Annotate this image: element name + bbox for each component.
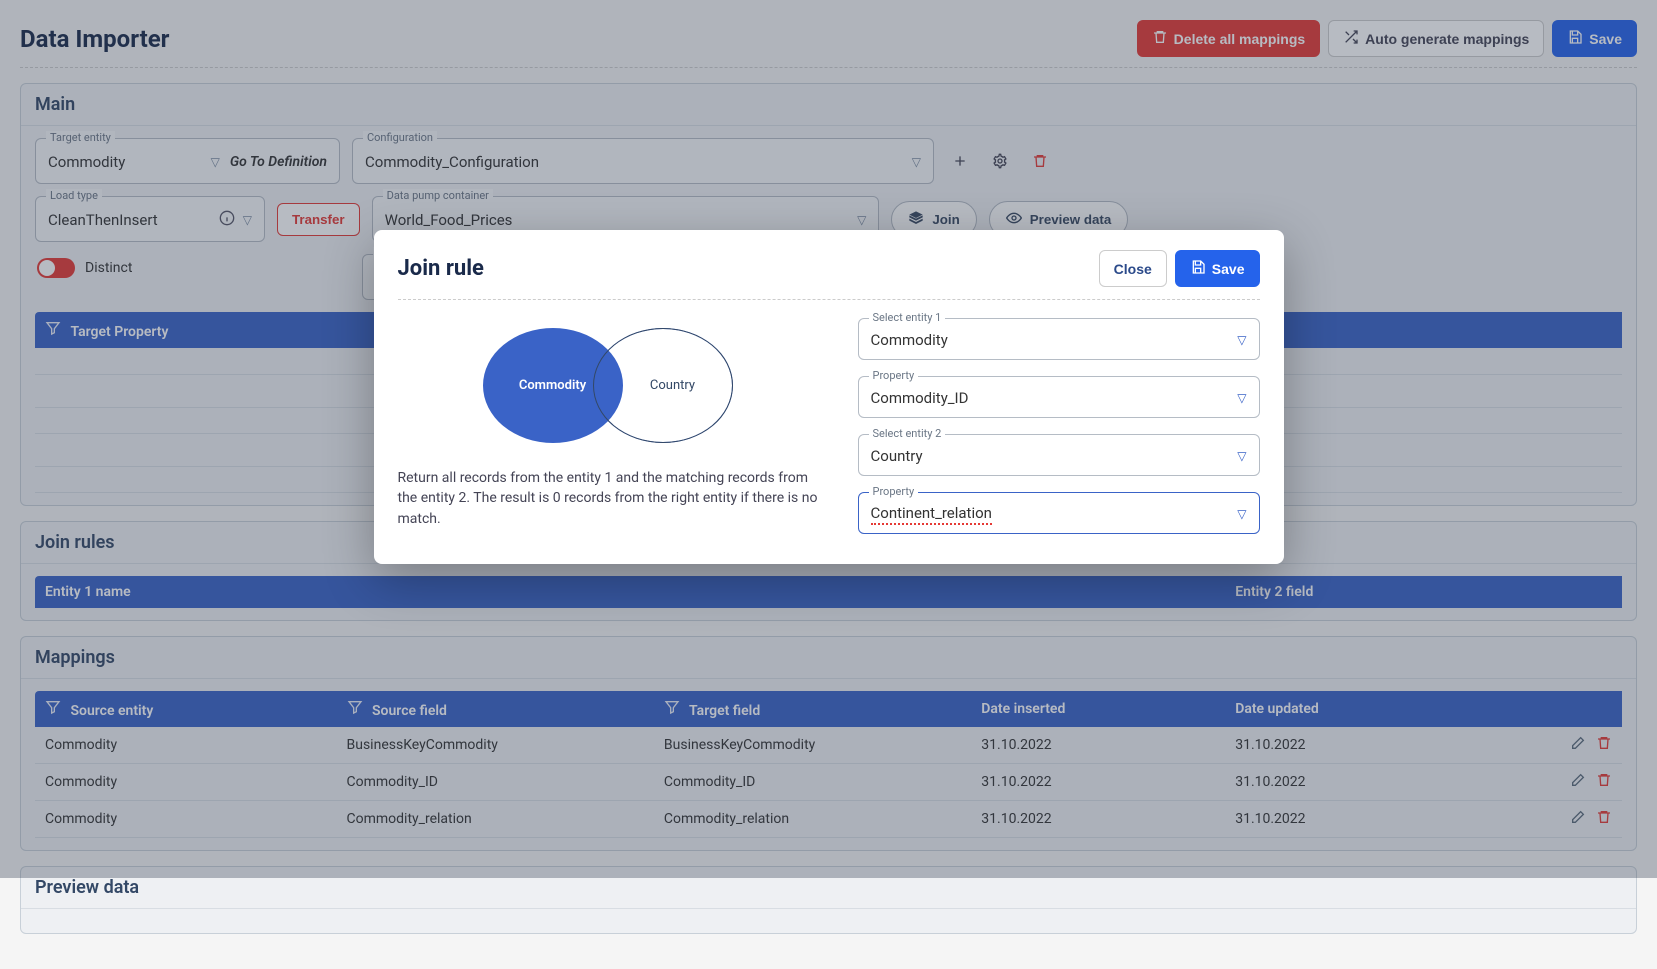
- entity1-label: Select entity 1: [869, 311, 946, 324]
- venn-left-circle: Commodity: [483, 328, 623, 443]
- venn-diagram[interactable]: Commodity Country: [483, 328, 743, 448]
- modal-save-label: Save: [1212, 261, 1245, 277]
- modal-close-button[interactable]: Close: [1099, 250, 1167, 287]
- entity1-value: Commodity: [871, 331, 1238, 349]
- save-icon: [1190, 259, 1206, 278]
- property2-value: Continent_relation: [871, 504, 1238, 525]
- chevron-down-icon: ▽: [1237, 333, 1246, 347]
- select-property-1[interactable]: Property Commodity_ID ▽: [858, 376, 1260, 418]
- venn-left-label: Commodity: [519, 378, 586, 393]
- entity2-label: Select entity 2: [869, 427, 946, 440]
- venn-right-label: Country: [650, 378, 695, 393]
- chevron-down-icon: ▽: [1237, 391, 1246, 405]
- property1-label: Property: [869, 369, 919, 382]
- modal-save-button[interactable]: Save: [1175, 250, 1260, 287]
- join-rule-modal: Join rule Close Save Commodity Country: [374, 230, 1284, 564]
- select-property-2[interactable]: Property Continent_relation ▽: [858, 492, 1260, 534]
- property2-label: Property: [869, 485, 919, 498]
- select-entity-2[interactable]: Select entity 2 Country ▽: [858, 434, 1260, 476]
- entity2-value: Country: [871, 447, 1238, 465]
- modal-title: Join rule: [398, 256, 484, 281]
- chevron-down-icon: ▽: [1237, 449, 1246, 463]
- venn-description: Return all records from the entity 1 and…: [398, 468, 828, 529]
- chevron-down-icon: ▽: [1237, 507, 1246, 521]
- close-label: Close: [1114, 261, 1152, 277]
- property1-value: Commodity_ID: [871, 389, 1238, 407]
- select-entity-1[interactable]: Select entity 1 Commodity ▽: [858, 318, 1260, 360]
